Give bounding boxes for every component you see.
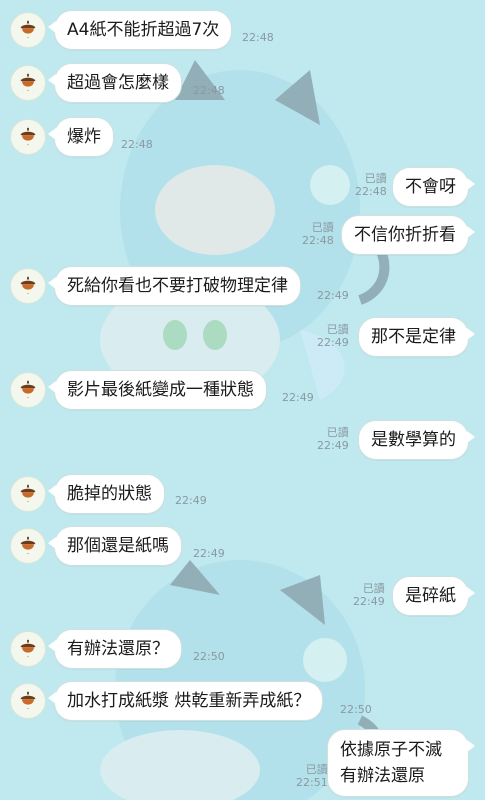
incoming-message-bubble[interactable]: 有辦法還原？ [48,629,182,669]
contact-avatar-acorn-icon[interactable] [10,12,46,48]
message-timestamp: 22:49 [175,494,207,507]
message-timestamp: 22:49 [317,289,349,302]
outgoing-message-bubble[interactable]: 不會呀 [392,167,475,207]
acorn-icon [20,691,36,710]
message-timestamp: 22:49 [282,391,314,404]
message-meta: 22:48 [121,138,153,151]
read-receipt: 已讀 [326,426,349,439]
message-timestamp: 22:49 [317,439,349,452]
incoming-message-bubble[interactable]: 爆炸 [48,117,114,157]
message-meta: 22:48 [193,84,225,97]
message-timestamp: 22:48 [193,84,225,97]
outgoing-message-bubble[interactable]: 不信你折折看 [341,215,475,255]
incoming-message-bubble[interactable]: A4紙不能折超過7次 [47,10,233,50]
message-meta: 已讀 22:49 [317,426,349,452]
outgoing-message-bubble[interactable]: 依據原子不滅 有辦法還原 [327,729,475,797]
contact-avatar-acorn-icon[interactable] [10,119,46,155]
incoming-message-bubble[interactable]: 那個還是紙嗎 [48,526,182,566]
incoming-message-bubble[interactable]: 影片最後紙變成一種狀態 [48,370,267,410]
outgoing-message-bubble[interactable]: 那不是定律 [358,317,475,357]
contact-avatar-acorn-icon[interactable] [10,372,46,408]
acorn-icon [20,20,36,39]
message-timestamp: 22:50 [193,650,225,663]
chat-message-list[interactable]: A4紙不能折超過7次 22:48 超過會怎麼樣 22:48 爆炸 22:48 不會呀 已讀… [0,0,485,800]
acorn-icon [20,127,36,146]
contact-avatar-acorn-icon[interactable] [10,476,46,512]
read-receipt: 已讀 [305,763,328,776]
contact-avatar-acorn-icon[interactable] [10,65,46,101]
read-receipt: 已讀 [326,323,349,336]
message-meta: 22:50 [193,650,225,663]
message-meta: 22:49 [175,494,207,507]
message-meta: 已讀 22:48 [355,172,387,198]
incoming-message-bubble[interactable]: 脆掉的狀態 [48,474,165,514]
message-timestamp: 22:49 [317,336,349,349]
message-meta: 22:50 [340,703,372,716]
outgoing-message-bubble[interactable]: 是數學算的 [358,420,475,460]
contact-avatar-acorn-icon[interactable] [10,528,46,564]
message-timestamp: 22:49 [193,547,225,560]
acorn-icon [20,536,36,555]
acorn-icon [20,639,36,658]
incoming-message-bubble[interactable]: 死給你看也不要打破物理定律 [48,266,301,306]
message-timestamp: 22:51 [296,776,328,789]
acorn-icon [20,73,36,92]
incoming-message-bubble[interactable]: 超過會怎麼樣 [48,63,182,103]
message-meta: 已讀 22:51 [296,763,328,789]
contact-avatar-acorn-icon[interactable] [10,268,46,304]
outgoing-message-bubble[interactable]: 是碎紙 [392,576,475,616]
message-meta: 22:49 [317,289,349,302]
acorn-icon [20,276,36,295]
contact-avatar-acorn-icon[interactable] [10,631,46,667]
message-timestamp: 22:49 [353,595,385,608]
message-meta: 22:49 [193,547,225,560]
message-timestamp: 22:50 [340,703,372,716]
message-meta: 已讀 22:48 [302,221,334,247]
message-meta: 已讀 22:49 [353,582,385,608]
message-meta: 已讀 22:49 [317,323,349,349]
acorn-icon [20,484,36,503]
read-receipt: 已讀 [364,172,387,185]
read-receipt: 已讀 [362,582,385,595]
message-meta: 22:48 [242,31,274,44]
message-timestamp: 22:48 [355,185,387,198]
read-receipt: 已讀 [311,221,334,234]
contact-avatar-acorn-icon[interactable] [10,683,46,719]
message-timestamp: 22:48 [302,234,334,247]
incoming-message-bubble[interactable]: 加水打成紙漿 烘乾重新弄成紙？ [47,681,324,721]
message-timestamp: 22:48 [242,31,274,44]
acorn-icon [20,380,36,399]
message-meta: 22:49 [282,391,314,404]
message-timestamp: 22:48 [121,138,153,151]
